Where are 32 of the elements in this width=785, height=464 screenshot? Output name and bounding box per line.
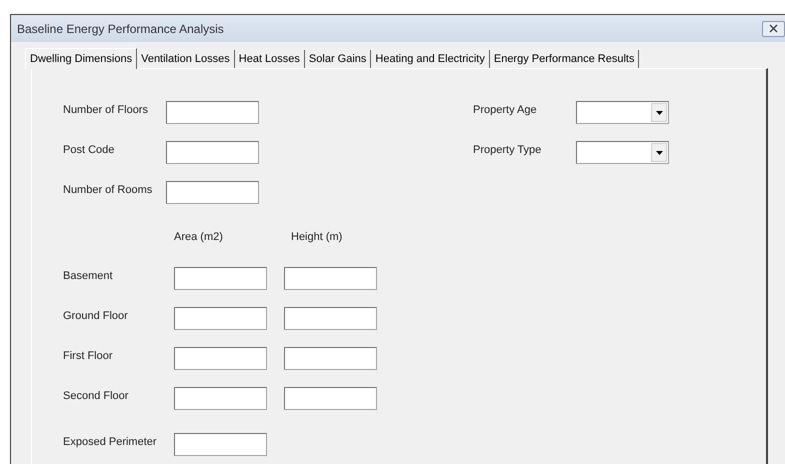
input-field[interactable] <box>284 387 377 410</box>
field-label: Post Code <box>63 143 116 158</box>
column-header: Height (m) <box>291 230 342 245</box>
input-field[interactable] <box>174 267 267 290</box>
field-label: Ground Floor <box>63 309 129 324</box>
field-label: Property Type <box>473 143 542 158</box>
field-label: First Floor <box>63 349 114 364</box>
field-label: Property Age <box>473 103 538 118</box>
column-header: Area (m2) <box>174 230 224 245</box>
input-field[interactable] <box>284 267 377 290</box>
input-field[interactable] <box>284 307 377 330</box>
input-field[interactable] <box>166 101 259 124</box>
input-field[interactable] <box>284 347 377 370</box>
window-title: Baseline Energy Performance Analysis <box>17 20 224 38</box>
field-label: Exposed Perimeter <box>63 435 158 450</box>
caret-icon <box>656 150 662 154</box>
input-field[interactable] <box>174 387 267 410</box>
input-field[interactable] <box>174 433 267 456</box>
field-label: Number of Floors <box>63 103 149 118</box>
input-field[interactable] <box>166 141 259 164</box>
close-icon <box>769 24 778 33</box>
input-field[interactable] <box>174 347 267 370</box>
field-label: Second Floor <box>63 389 130 404</box>
input-field[interactable] <box>166 181 259 204</box>
field-label: Basement <box>63 269 114 284</box>
tab[interactable]: Dwelling Dimensions <box>25 48 138 69</box>
input-field[interactable] <box>174 307 267 330</box>
dropdown[interactable] <box>576 141 669 164</box>
caret-icon <box>656 110 662 114</box>
field-label: Number of Rooms <box>63 183 154 198</box>
close-button[interactable] <box>762 20 785 36</box>
dropdown[interactable] <box>576 101 669 124</box>
